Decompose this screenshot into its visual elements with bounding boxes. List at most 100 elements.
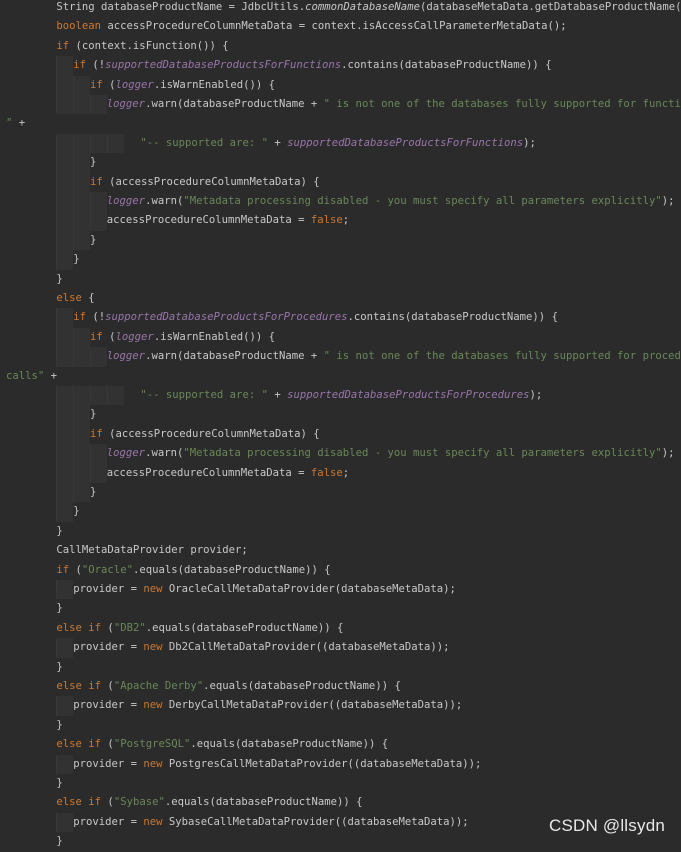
code-token: if xyxy=(73,311,93,324)
code-line: accessProcedureColumnMetaData = false; xyxy=(0,464,681,483)
code-token: .equals(databaseProductName)) { xyxy=(190,738,389,751)
code-text: } xyxy=(56,522,62,541)
code-line: " + xyxy=(0,114,681,133)
code-token: if xyxy=(90,330,110,343)
code-token: ; xyxy=(342,466,350,479)
code-line: } xyxy=(0,231,681,250)
code-text: else if ("Apache Derby".equals(databaseP… xyxy=(56,677,400,696)
indent-guide xyxy=(73,405,90,424)
code-line: provider = new DerbyCallMetaDataProvider… xyxy=(0,696,681,715)
indent-guide xyxy=(73,425,90,444)
code-token: + xyxy=(274,389,288,401)
code-token: accessProcedureColumnMetaData = xyxy=(106,214,311,227)
code-token: calls" xyxy=(6,369,51,382)
code-text: CallMetaDataProvider provider; xyxy=(56,541,247,560)
code-line: } xyxy=(0,658,681,677)
code-token: .warn( xyxy=(145,195,184,207)
code-token: .warn( xyxy=(145,447,184,460)
code-line: logger.warn("Metadata processing disable… xyxy=(0,192,681,211)
code-line: } xyxy=(0,502,681,521)
code-token: PostgresCallMetaDataProvider((databaseMe… xyxy=(168,757,482,770)
code-text: } xyxy=(90,405,96,424)
code-text: } xyxy=(56,599,62,618)
code-text: "-- supported are: " + supportedDatabase… xyxy=(140,386,542,405)
code-token: new xyxy=(143,757,169,770)
code-token: (accessProcedureColumnMetaData) { xyxy=(109,427,320,440)
code-token: CallMetaDataProvider provider; xyxy=(56,544,248,557)
code-text: } xyxy=(56,832,62,851)
csdn-watermark: CSDN @llsydn xyxy=(548,816,665,835)
indent-guide xyxy=(56,502,73,521)
indent-guide xyxy=(56,134,73,153)
code-token: } xyxy=(90,408,97,421)
code-line: if ("Oracle".equals(databaseProductName)… xyxy=(0,561,681,580)
code-token: logger xyxy=(106,195,146,207)
indent-guide xyxy=(56,386,73,405)
indent-guide xyxy=(56,696,73,715)
code-token: provider = xyxy=(73,583,144,595)
code-token: Db2CallMetaDataProvider((databaseMetaDat… xyxy=(168,641,450,654)
code-line: else if ("DB2".equals(databaseProductNam… xyxy=(0,619,681,638)
indent-guide xyxy=(56,76,73,95)
code-token: else if xyxy=(56,621,108,634)
code-token: } xyxy=(56,777,63,789)
code-token: supportedDatabaseProductsForProcedures xyxy=(287,389,530,401)
code-token: boolean xyxy=(56,20,108,33)
code-token: if xyxy=(73,59,93,72)
code-token: provider = xyxy=(73,757,144,770)
code-editor[interactable]: String databaseProductName = JdbcUtils. c… xyxy=(0,0,681,847)
code-text: accessProcedureColumnMetaData = false; xyxy=(107,211,349,230)
code-line: else if ("Apache Derby".equals(databaseP… xyxy=(0,677,681,696)
code-line: } xyxy=(0,716,681,735)
indent-guide xyxy=(56,153,73,172)
code-line: CallMetaDataProvider provider; xyxy=(0,541,681,560)
code-line: "-- supported are: " + supportedDatabase… xyxy=(0,386,681,405)
indent-guide xyxy=(56,192,73,211)
code-token: .contains(databaseProductName)) { xyxy=(341,59,552,72)
code-token: logger xyxy=(106,447,146,460)
code-token: new xyxy=(143,641,169,654)
code-token: if xyxy=(90,175,110,188)
code-text: } xyxy=(56,774,62,793)
code-token: logger xyxy=(106,350,146,363)
indent-guide xyxy=(56,444,73,463)
indent-guide xyxy=(56,173,73,192)
code-text: if (accessProcedureColumnMetaData) { xyxy=(90,173,320,192)
indent-guide xyxy=(73,444,90,463)
code-text: } xyxy=(90,483,96,502)
code-token: "Oracle" xyxy=(81,563,133,576)
code-line: if (logger.isWarnEnabled()) { xyxy=(0,76,681,95)
code-text: accessProcedureColumnMetaData = false; xyxy=(107,464,349,483)
code-text: } xyxy=(73,250,79,269)
code-text: "-- supported are: " + supportedDatabase… xyxy=(140,134,535,153)
indent-guide xyxy=(56,95,73,114)
indent-guide xyxy=(90,192,107,211)
code-token: + xyxy=(50,369,58,382)
code-token: } xyxy=(56,718,63,731)
code-text: provider = new Db2CallMetaDataProvider((… xyxy=(73,638,449,657)
code-token: .equals(databaseProductName)) { xyxy=(132,563,331,576)
code-line: } xyxy=(0,250,681,269)
code-token: new xyxy=(143,699,169,712)
code-line: if (accessProcedureColumnMetaData) { xyxy=(0,425,681,444)
code-token: logger xyxy=(106,98,146,110)
code-text: logger.warn(databaseProductName + " is n… xyxy=(107,347,681,366)
code-token: "Apache Derby" xyxy=(113,680,204,692)
code-token: false xyxy=(310,466,343,479)
code-token: } xyxy=(73,253,80,266)
indent-guide xyxy=(56,638,73,657)
indent-guide xyxy=(56,464,73,483)
code-token: false xyxy=(310,214,343,227)
code-token: else if xyxy=(56,680,108,692)
code-token: .contains(databaseProductName)) { xyxy=(347,311,558,324)
code-token: } xyxy=(90,156,97,169)
code-token: "Metadata processing disabled - you must… xyxy=(183,447,662,460)
code-token: String databaseProductName = JdbcUtils. xyxy=(56,1,306,13)
indent-guide xyxy=(56,483,73,502)
indent-guide xyxy=(73,173,90,192)
code-line: else if ("PostgreSQL".equals(databasePro… xyxy=(0,735,681,754)
indent-guide xyxy=(73,153,90,172)
indent-guide xyxy=(90,444,107,463)
indent-guide xyxy=(56,231,73,250)
code-token: if xyxy=(90,427,110,440)
